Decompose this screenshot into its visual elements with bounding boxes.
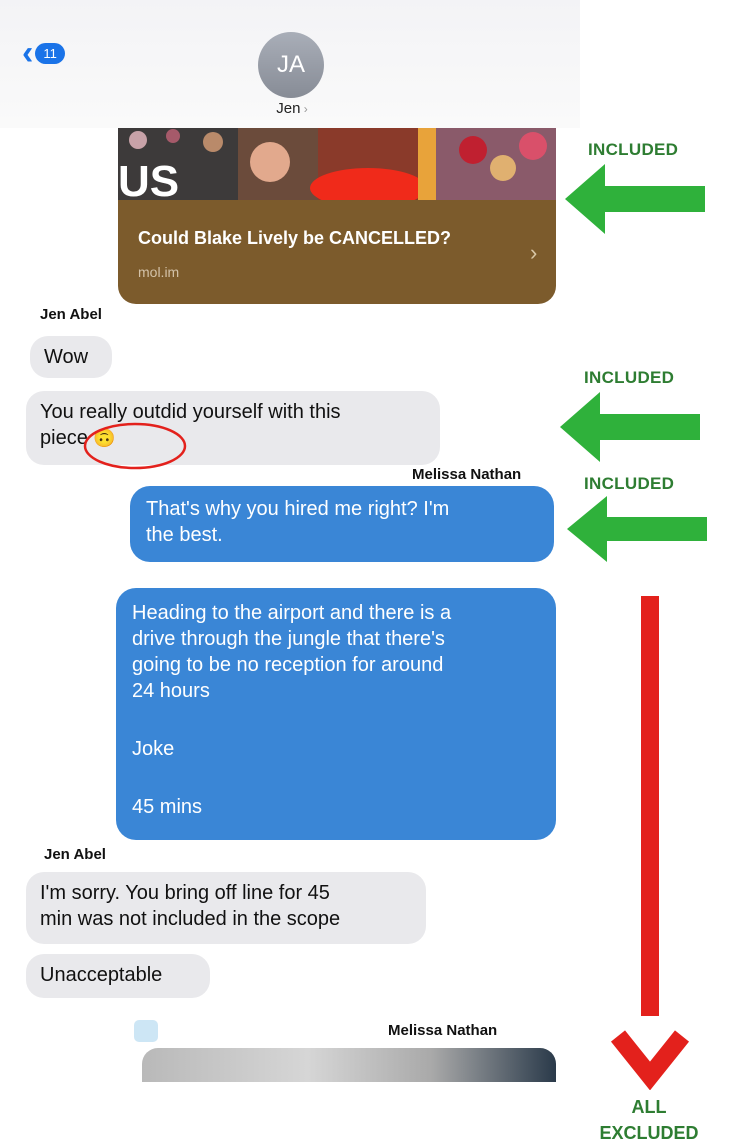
message-text-line: the best. xyxy=(146,524,223,546)
link-preview-title: Could Blake Lively be CANCELLED? xyxy=(138,228,452,248)
link-preview-card[interactable]: US Could Blake Lively be CANCELLED? mol.… xyxy=(118,128,556,304)
chevron-left-icon: ‹ xyxy=(22,34,34,72)
message-bubble-incoming[interactable]: Wow xyxy=(30,336,112,378)
back-button[interactable]: ‹ 11 xyxy=(22,34,65,72)
sticker-icon xyxy=(134,1020,158,1042)
message-text-line: going to be no reception for around xyxy=(132,654,444,676)
arrow-down-icon xyxy=(610,596,690,1090)
sender-name: Jen Abel xyxy=(44,846,106,863)
arrow-left-icon xyxy=(560,392,700,462)
message-bubble-outgoing[interactable]: Heading to the airport and there is a dr… xyxy=(116,588,556,840)
message-text-line: min was not included in the scope xyxy=(40,908,341,930)
sender-name: Melissa Nathan xyxy=(412,466,522,483)
avatar-initials: JA xyxy=(276,51,305,78)
arrow-left-icon xyxy=(565,164,705,234)
sender-name: Jen Abel xyxy=(40,306,102,323)
link-preview-image-text: US xyxy=(118,157,179,200)
message-text: Unacceptable xyxy=(40,964,163,986)
message-bubble-incoming[interactable]: Unacceptable xyxy=(26,954,210,998)
message-bubble-outgoing[interactable]: That's why you hired me right? I'm the b… xyxy=(130,486,554,562)
message-text-line: 45 mins xyxy=(132,796,203,818)
message-text-line: piece xyxy=(40,427,88,449)
annotation-label: INCLUDED xyxy=(584,368,675,387)
sender-name: Melissa Nathan xyxy=(388,1022,498,1039)
unread-count-badge: 11 xyxy=(35,42,65,64)
avatar[interactable]: JA xyxy=(258,32,324,98)
emoji-highlight-circle xyxy=(83,422,187,470)
excluded-label: ALL EXCLUDED xyxy=(599,1097,699,1143)
chevron-right-icon: › xyxy=(300,102,308,116)
link-preview-image: US xyxy=(118,128,556,200)
link-preview-domain: mol.im xyxy=(138,264,180,280)
annotation-label: INCLUDED xyxy=(588,140,679,159)
message-text: Wow xyxy=(44,346,89,368)
message-text-line: That's why you hired me right? I'm xyxy=(146,498,450,520)
message-bubble-incoming[interactable]: I'm sorry. You bring off line for 45 min… xyxy=(26,872,426,944)
message-text-line: 24 hours xyxy=(132,680,210,702)
arrow-left-icon xyxy=(567,496,707,562)
message-text-line: drive through the jungle that there's xyxy=(132,628,445,650)
contact-name[interactable]: Jen › xyxy=(262,100,322,117)
message-text-line: I'm sorry. You bring off line for 45 xyxy=(40,882,330,904)
chevron-right-icon: › xyxy=(530,240,538,265)
annotation-label: INCLUDED xyxy=(584,474,675,493)
image-attachment[interactable] xyxy=(142,1048,556,1082)
message-text-line: Heading to the airport and there is a xyxy=(132,602,452,624)
message-text-line: Joke xyxy=(132,738,175,760)
